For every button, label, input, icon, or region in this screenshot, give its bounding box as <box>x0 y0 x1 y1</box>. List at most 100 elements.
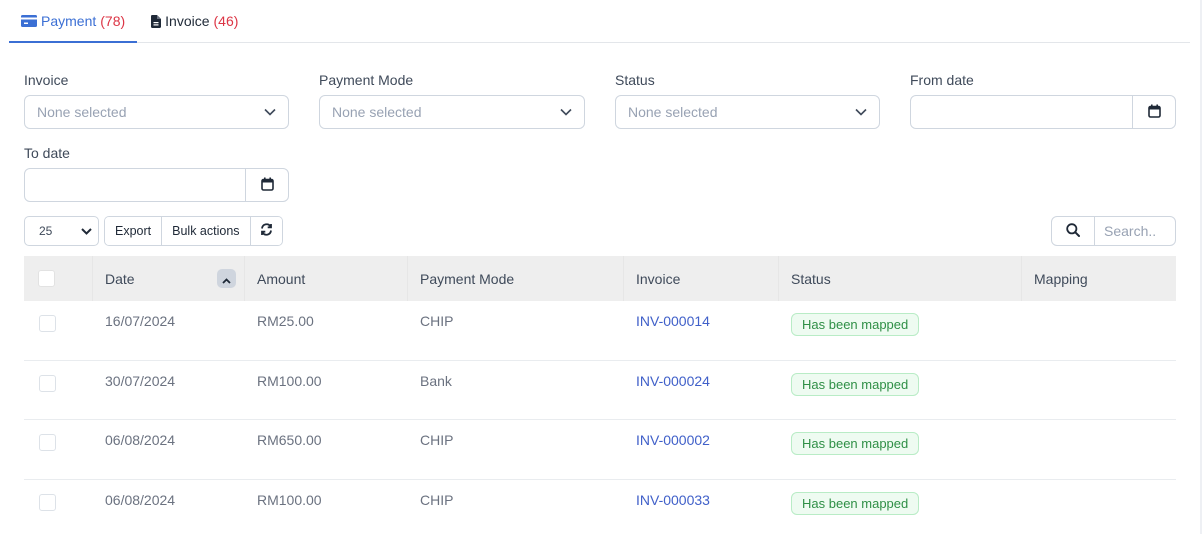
cell-status: Has been mapped <box>778 420 1021 479</box>
to-date-input[interactable] <box>25 169 245 201</box>
to-date-label: To date <box>24 145 70 161</box>
status-select[interactable]: None selected <box>615 95 880 129</box>
page-size-select[interactable]: 25 <box>24 216 99 246</box>
export-button[interactable]: Export <box>105 217 162 245</box>
row-checkbox[interactable] <box>39 374 56 392</box>
row-checkbox[interactable] <box>39 434 56 451</box>
cell-date: 06/08/2024 <box>105 432 176 448</box>
invoice-link[interactable]: INV-000002 <box>636 432 710 448</box>
tab-payment-count: (78) <box>100 13 126 29</box>
row-select <box>24 361 92 420</box>
page-size-value: 25 <box>39 224 53 238</box>
invoice-link[interactable]: INV-000033 <box>636 492 710 508</box>
bulk-actions-button[interactable]: Bulk actions <box>161 217 250 245</box>
refresh-icon <box>260 223 273 239</box>
cell-date: 06/08/2024 <box>105 491 176 508</box>
row-checkbox[interactable] <box>39 493 56 511</box>
search-icon <box>1066 222 1080 240</box>
status-badge: Has been mapped <box>791 372 920 396</box>
payment-mode-select-placeholder: None selected <box>332 104 422 120</box>
table-row: 06/08/2024 RM100.00 CHIP INV-000033 Has … <box>24 480 1176 534</box>
credit-card-icon <box>21 15 37 27</box>
from-date-field <box>910 95 1176 129</box>
chevron-down-icon <box>81 224 92 238</box>
cell-invoice: INV-000014 <box>623 301 778 360</box>
to-date-filter: To date <box>24 143 289 202</box>
cell-date: 30/07/2024 <box>105 372 176 389</box>
cell-invoice: INV-000033 <box>623 480 778 534</box>
tab-bar: Payment (78) Invoice (46) <box>9 0 1190 43</box>
refresh-button[interactable] <box>249 217 282 245</box>
header-invoice[interactable]: Invoice <box>623 256 778 301</box>
search-input[interactable] <box>1095 217 1175 245</box>
header-mapping[interactable]: Mapping <box>1021 256 1176 301</box>
row-select <box>24 480 92 534</box>
tab-invoice-count: (46) <box>213 13 239 29</box>
search-button[interactable] <box>1052 217 1095 245</box>
tab-payment[interactable]: Payment (78) <box>9 0 138 43</box>
from-date-filter: From date <box>910 70 1176 129</box>
cell-status: Has been mapped <box>778 480 1021 534</box>
table-toolbar: 25 Export Bulk actions <box>24 216 283 246</box>
invoice-link[interactable]: INV-000014 <box>636 313 710 329</box>
payment-mode-select[interactable]: None selected <box>319 95 585 129</box>
payment-mode-filter-label: Payment Mode <box>319 72 414 88</box>
row-select <box>24 301 92 360</box>
chevron-down-icon <box>855 108 867 116</box>
table-search <box>1051 216 1176 246</box>
invoice-select-placeholder: None selected <box>37 104 127 120</box>
cell-invoice: INV-000002 <box>623 420 778 479</box>
action-button-group: Export Bulk actions <box>104 216 283 246</box>
header-date-label: Date <box>105 270 135 287</box>
payment-mode-filter: Payment Mode None selected <box>319 70 585 129</box>
header-select-all <box>24 256 92 301</box>
cell-amount: RM25.00 <box>257 313 314 329</box>
status-filter: Status None selected <box>615 70 880 129</box>
cell-mapping <box>1021 301 1176 360</box>
table-row: 06/08/2024 RM650.00 CHIP INV-000002 Has … <box>24 420 1176 480</box>
to-date-field <box>24 168 289 202</box>
header-payment-mode[interactable]: Payment Mode <box>407 256 623 301</box>
cell-date: 16/07/2024 <box>105 313 176 329</box>
payments-table: Date Amount Payment Mode Invoice Status … <box>24 256 1176 534</box>
cell-payment-mode: CHIP <box>420 432 454 448</box>
invoice-select[interactable]: None selected <box>24 95 289 129</box>
cell-mapping <box>1021 480 1176 534</box>
cell-amount: RM100.00 <box>257 372 322 389</box>
table-row: 30/07/2024 RM100.00 Bank INV-000024 Has … <box>24 361 1176 420</box>
cell-payment-mode: Bank <box>420 372 452 389</box>
chevron-down-icon <box>560 108 572 116</box>
cell-payment-mode: CHIP <box>420 491 454 508</box>
table-header: Date Amount Payment Mode Invoice Status … <box>24 256 1176 301</box>
tab-invoice[interactable]: Invoice (46) <box>137 0 250 42</box>
cell-amount: RM650.00 <box>257 432 322 448</box>
tab-payment-label: Payment <box>41 13 97 29</box>
invoice-filter-label: Invoice <box>24 72 69 88</box>
chevron-down-icon <box>264 108 276 116</box>
cell-mapping <box>1021 361 1176 420</box>
cell-status: Has been mapped <box>778 361 1021 420</box>
invoice-filter: Invoice None selected <box>24 70 289 129</box>
status-select-placeholder: None selected <box>628 104 718 120</box>
file-icon <box>151 14 162 28</box>
header-status[interactable]: Status <box>778 256 1021 301</box>
header-amount[interactable]: Amount <box>244 256 407 301</box>
calendar-icon <box>1147 104 1161 121</box>
sort-ascending-button[interactable] <box>217 269 236 288</box>
row-checkbox[interactable] <box>39 315 56 332</box>
to-date-calendar-button[interactable] <box>245 169 288 201</box>
row-select <box>24 420 92 479</box>
status-badge: Has been mapped <box>791 491 920 515</box>
status-badge: Has been mapped <box>791 313 920 336</box>
from-date-label: From date <box>910 72 974 88</box>
cell-amount: RM100.00 <box>257 491 322 508</box>
cell-status: Has been mapped <box>778 301 1021 360</box>
calendar-icon <box>260 177 274 194</box>
from-date-input[interactable] <box>911 96 1132 128</box>
from-date-calendar-button[interactable] <box>1132 96 1175 128</box>
cell-payment-mode: CHIP <box>420 313 454 329</box>
select-all-checkbox[interactable] <box>38 270 55 287</box>
header-date[interactable]: Date <box>92 256 244 301</box>
status-badge: Has been mapped <box>791 432 920 455</box>
invoice-link[interactable]: INV-000024 <box>636 373 710 389</box>
